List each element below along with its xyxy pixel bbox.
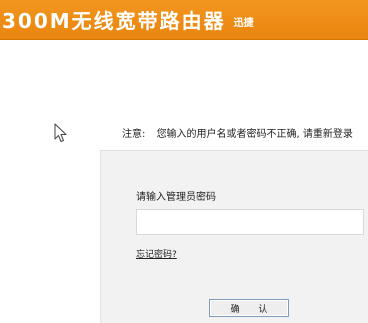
product-title: 300M无线宽带路由器 [2, 9, 226, 33]
password-input[interactable] [136, 209, 364, 235]
error-notice: 注意: 您输入的用户名或者密码不正确, 请重新登录 [122, 125, 353, 140]
password-prompt: 请输入管理员密码 [136, 192, 216, 203]
brand-name: 迅捷 [233, 18, 254, 29]
mouse-cursor-icon [54, 123, 67, 142]
forgot-password-link[interactable]: 忘记密码? [136, 247, 177, 260]
router-login-page: 300M无线宽带路由器 迅捷 注意: 您输入的用户名或者密码不正确, 请重新登录… [0, 0, 368, 323]
notice-label: 注意: [122, 129, 146, 140]
notice-message: 您输入的用户名或者密码不正确, 请重新登录 [156, 129, 353, 140]
confirm-button[interactable]: 确 认 [209, 299, 289, 317]
header-bar: 300M无线宽带路由器 迅捷 [0, 0, 368, 40]
login-panel: 请输入管理员密码 忘记密码? 确 认 [100, 150, 368, 323]
